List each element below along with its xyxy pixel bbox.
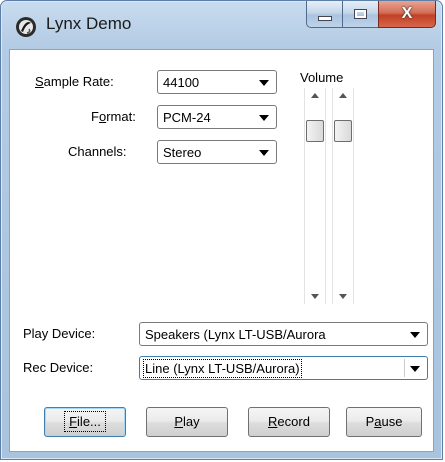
arrow-down-icon[interactable] (311, 294, 319, 299)
arrow-down-icon[interactable] (339, 294, 347, 299)
minimize-icon (317, 15, 332, 21)
chevron-down-icon (410, 366, 420, 372)
dialog-client-area: Sample Rate: 44100 Format: PCM-24 Channe… (9, 49, 434, 452)
chevron-down-icon (259, 150, 269, 156)
channels-select[interactable]: Stereo (157, 140, 277, 164)
rec-device-label: Rec Device: (23, 360, 94, 375)
play-button[interactable]: Play (146, 407, 228, 437)
play-device-value: Speakers (Lynx LT-USB/Aurora (145, 327, 326, 342)
sample-rate-mnemonic: S (35, 74, 44, 89)
format-value: PCM-24 (163, 110, 211, 125)
close-button[interactable]: X (378, 1, 436, 28)
maximize-button[interactable] (342, 1, 378, 28)
play-label-rest: lay (183, 414, 200, 429)
sample-rate-value: 44100 (163, 75, 200, 90)
caption-buttons: X (306, 1, 436, 29)
play-device-label: Play Device: (23, 326, 96, 341)
arrow-up-icon[interactable] (339, 93, 347, 98)
play-mnemonic: P (174, 414, 184, 429)
volume-left-slider[interactable] (304, 88, 326, 304)
pause-label-rest: use (381, 414, 403, 429)
app-window: Lynx Demo X Sample Rate: 44100 Format: P… (0, 0, 443, 460)
format-label-rest: rmat: (106, 109, 136, 124)
chevron-down-icon (259, 115, 269, 121)
sample-rate-label: Sample Rate: (35, 74, 114, 89)
record-mnemonic: R (268, 414, 278, 429)
sample-rate-label-rest: ample Rate: (43, 74, 114, 89)
record-button[interactable]: Record (248, 407, 330, 437)
volume-right-thumb[interactable] (334, 120, 352, 142)
window-title: Lynx Demo (46, 14, 132, 33)
channels-value: Stereo (163, 145, 202, 160)
format-select[interactable]: PCM-24 (157, 105, 277, 129)
volume-left-thumb[interactable] (306, 120, 324, 142)
play-device-select[interactable]: Speakers (Lynx LT-USB/Aurora (139, 322, 428, 346)
file-button-label: File... (64, 411, 106, 432)
arrow-up-icon[interactable] (311, 93, 319, 98)
record-label-rest: ecord (277, 414, 310, 429)
channels-label: Channels: (68, 144, 127, 159)
title-bar[interactable]: Lynx Demo X (1, 1, 442, 49)
format-label: Format: (91, 109, 136, 124)
chevron-down-icon (410, 332, 420, 338)
pause-button[interactable]: Pause (346, 407, 422, 437)
rec-device-select[interactable]: Line (Lynx LT-USB/Aurora) (139, 356, 428, 380)
format-label-prefix: F (91, 109, 99, 124)
close-icon: X (401, 5, 413, 22)
file-label-rest: ile... (77, 414, 101, 429)
chevron-down-icon (259, 80, 269, 86)
minimize-button[interactable] (306, 1, 342, 28)
sample-rate-select[interactable]: 44100 (157, 70, 277, 94)
app-icon (16, 17, 36, 37)
pause-label-prefix: P (365, 414, 375, 429)
file-mnemonic: F (69, 414, 78, 429)
volume-label: Volume (300, 70, 344, 85)
maximize-icon (354, 9, 367, 19)
combo-separator (404, 359, 405, 377)
rec-device-value: Line (Lynx LT-USB/Aurora) (143, 359, 302, 378)
volume-right-slider[interactable] (332, 88, 354, 304)
file-button[interactable]: File... (44, 407, 126, 437)
